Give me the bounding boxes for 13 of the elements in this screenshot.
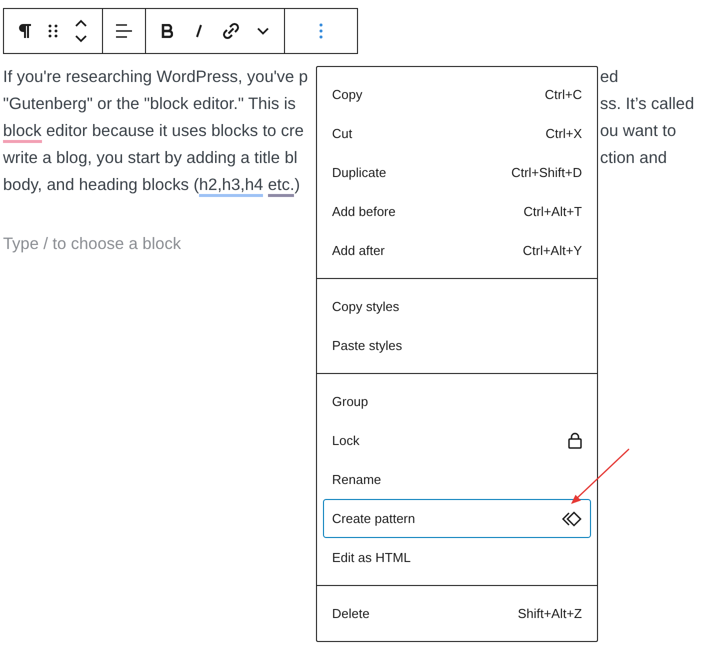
paragraph-text: ction and xyxy=(600,148,667,169)
paragraph-text: ou want to xyxy=(600,121,676,142)
paragraph-text: ed xyxy=(600,67,618,88)
paragraph-text: ss. It’s called xyxy=(600,94,694,115)
diamond-icon xyxy=(562,510,582,526)
paragraph-text: If you're researching WordPress, you've p xyxy=(3,67,308,88)
paragraph-text: write a blog, you start by adding a title bl xyxy=(3,148,298,169)
annotation-arrow xyxy=(569,448,631,506)
paragraph-text: block editor because it uses blocks to cre xyxy=(3,118,304,145)
lock-icon xyxy=(568,432,582,449)
menu-item[interactable]: Create pattern xyxy=(323,499,591,538)
paragraph-text: body, and heading blocks (h2,h3,h4 etc.) xyxy=(3,172,300,199)
paragraph-text: "Gutenberg" or the "block editor." This is xyxy=(3,94,296,115)
